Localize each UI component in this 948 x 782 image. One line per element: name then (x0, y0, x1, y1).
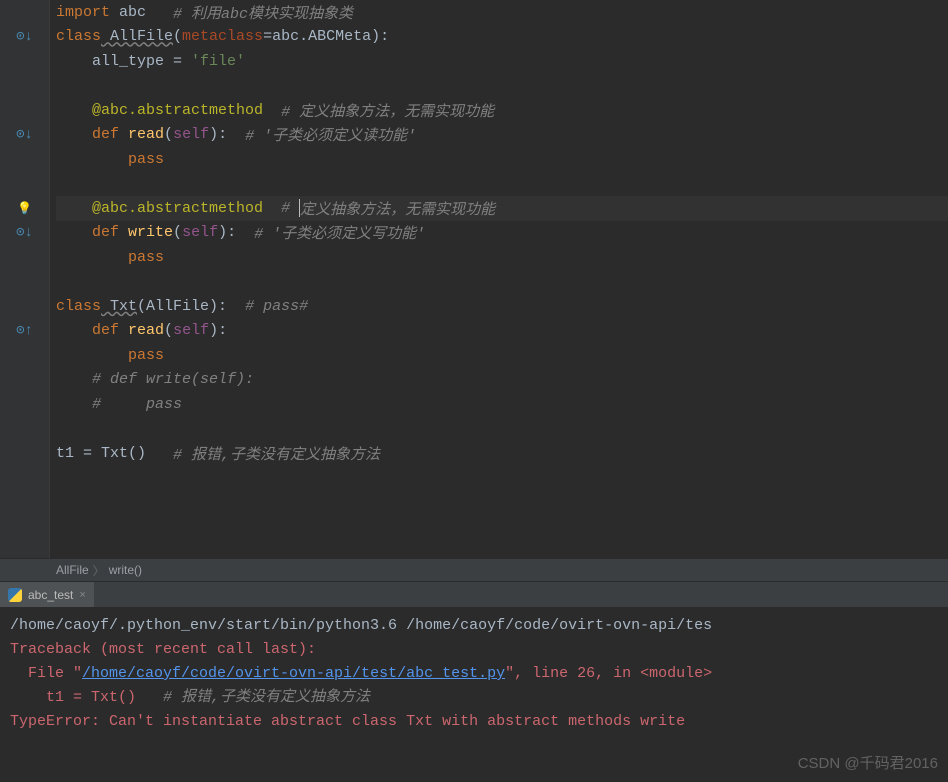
python-icon (8, 588, 22, 602)
console-line: t1 = Txt() # 报错,子类没有定义抽象方法 (10, 686, 938, 710)
override-icon[interactable]: ⊙↓ (16, 28, 33, 45)
console-line: /home/caoyf/.python_env/start/bin/python… (10, 614, 938, 638)
implement-icon[interactable]: ⊙↑ (16, 322, 33, 339)
breadcrumb-method[interactable]: write() (109, 563, 142, 577)
tab-label: abc_test (28, 588, 73, 602)
tab-abc-test[interactable]: abc_test × (0, 582, 94, 607)
gutter: ⊙↓ ⊙↓ 💡 ⊙↓ ⊙↑ (0, 0, 50, 558)
intention-bulb-icon[interactable]: 💡 (17, 201, 32, 216)
run-tabs: abc_test × (0, 582, 948, 608)
current-line[interactable]: @abc.abstractmethod # 定义抽象方法，无需实现功能 (56, 196, 948, 221)
file-link[interactable]: /home/caoyf/code/ovirt-ovn-api/test/abc_… (82, 665, 505, 682)
chevron-right-icon: 〉 (93, 562, 105, 579)
watermark: CSDN @千码君2016 (798, 752, 938, 776)
console-line: TypeError: Can't instantiate abstract cl… (10, 710, 938, 734)
breadcrumb-class[interactable]: AllFile (56, 563, 89, 577)
breadcrumb[interactable]: AllFile 〉 write() (0, 558, 948, 582)
close-icon[interactable]: × (79, 589, 85, 601)
console-line: File "/home/caoyf/code/ovirt-ovn-api/tes… (10, 662, 938, 686)
override-icon[interactable]: ⊙↓ (16, 224, 33, 241)
console-line: Traceback (most recent call last): (10, 638, 938, 662)
code-editor[interactable]: ⊙↓ ⊙↓ 💡 ⊙↓ ⊙↑ import abc # 利用abc模块实现抽象类 … (0, 0, 948, 558)
code-area[interactable]: import abc # 利用abc模块实现抽象类 class AllFile(… (50, 0, 948, 558)
override-icon[interactable]: ⊙↓ (16, 126, 33, 143)
run-console[interactable]: /home/caoyf/.python_env/start/bin/python… (0, 608, 948, 782)
